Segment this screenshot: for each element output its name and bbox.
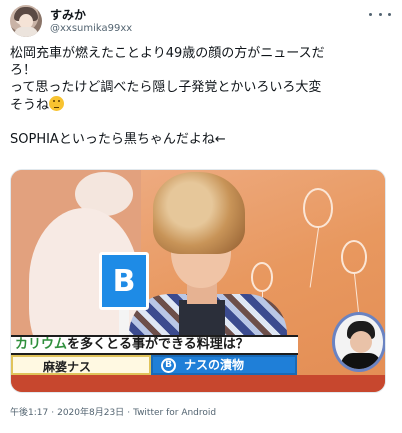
more-icon[interactable]	[369, 6, 391, 22]
tweet-text-fragment: そうね	[10, 98, 50, 113]
quiz-options: 麻婆ナス B ナスの漬物	[11, 355, 297, 375]
tweet-text-line: 松岡充車が燃えたことより49歳の顔の方がニュースだ	[10, 46, 325, 61]
tweet-text-line: SOPHIAといったら黒ちゃんだよね←	[10, 132, 226, 147]
answer-board-b: B	[99, 252, 149, 310]
option-b-badge: B	[161, 357, 176, 373]
tweet-media-image[interactable]: B カリウムを多くとる事ができる料理は？ 麻婆ナス B ナスの漬物	[10, 169, 386, 393]
author-avatar[interactable]	[10, 5, 42, 37]
option-b-label: ナスの漬物	[184, 358, 245, 372]
tweet-card: すみか @xxsumika99xx 松岡充車が燃えたことより49歳の顔の方がニュ…	[0, 0, 402, 433]
quiz-option-a: 麻婆ナス	[11, 355, 151, 375]
author-display-name[interactable]: すみか	[50, 6, 86, 23]
tweet-metadata: 午後1:17 · 2020年8月23日 · Twitter for Android	[10, 405, 216, 418]
author-handle[interactable]: @xxsumika99xx	[50, 23, 132, 34]
tweet-text-line-with-emoji: そうね	[10, 96, 395, 114]
meta-separator: ·	[127, 408, 131, 418]
answer-board-letter: B	[112, 263, 136, 299]
caption-bottom-bar	[11, 375, 385, 392]
thinking-face-emoji	[49, 96, 65, 111]
tweet-source[interactable]: Twitter for Android	[133, 408, 216, 418]
caption-text: を多くとる事ができる料理は？	[67, 337, 249, 352]
meta-separator: ·	[51, 408, 55, 418]
tweet-time[interactable]: 午後1:17	[10, 408, 48, 418]
tweet-date[interactable]: 2020年8月23日	[57, 408, 124, 418]
tweet-text-line: ろ！	[10, 63, 37, 78]
tweet-text-line: って思ったけど調べたら隠し子発覚とかいろいろ大変	[10, 80, 322, 95]
tweet-text: 松岡充車が燃えたことより49歳の顔の方がニュースだ ろ！ って思ったけど調べたら…	[10, 45, 395, 148]
caption-highlight: カリウム	[15, 337, 68, 352]
quiz-option-b: B ナスの漬物	[151, 355, 297, 375]
quiz-question-caption: カリウムを多くとる事ができる料理は？	[11, 335, 298, 355]
inset-guest-avatar	[332, 312, 385, 372]
